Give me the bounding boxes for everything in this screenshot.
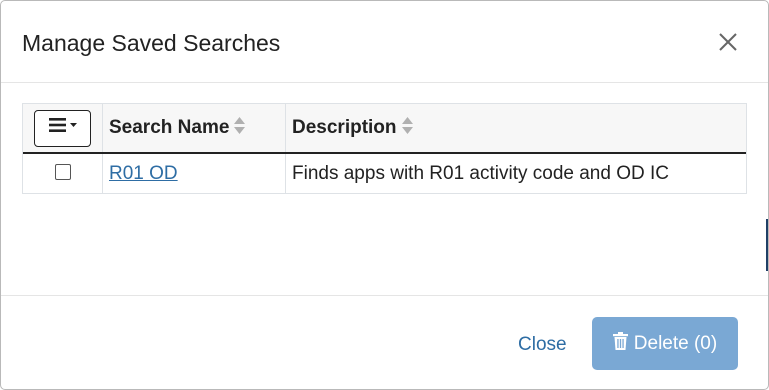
- delete-button-label: Delete (0): [633, 332, 718, 354]
- manage-saved-searches-dialog: Manage Saved Searches Search Name Descri…: [0, 0, 769, 390]
- search-name-cell: R01 OD: [102, 153, 286, 194]
- dialog-header: Manage Saved Searches: [1, 1, 768, 83]
- column-header-label: Description: [292, 117, 397, 138]
- dialog-footer: Close Delete (0): [1, 295, 768, 389]
- close-icon[interactable]: [714, 28, 742, 56]
- close-button[interactable]: Close: [518, 333, 567, 357]
- row-select-cell: [23, 153, 103, 194]
- saved-searches-table: Search Name Description R01 OD Finds app…: [22, 103, 747, 194]
- table-header-row: Search Name Description: [23, 104, 746, 153]
- column-header-search-name[interactable]: Search Name: [102, 104, 286, 153]
- backdrop-edge: [766, 219, 768, 271]
- column-header-description[interactable]: Description: [286, 104, 747, 153]
- select-column-header: [23, 104, 103, 153]
- dialog-title: Manage Saved Searches: [22, 30, 281, 56]
- search-description: Finds apps with R01 activity code and OD…: [292, 163, 670, 184]
- sort-icon: [401, 116, 413, 140]
- column-header-label: Search Name: [109, 117, 230, 138]
- sort-icon: [234, 116, 246, 140]
- trash-icon: [612, 331, 628, 356]
- description-cell: Finds apps with R01 activity code and OD…: [286, 153, 747, 194]
- column-menu-button[interactable]: [34, 109, 91, 147]
- hamburger-menu-icon: [48, 117, 77, 139]
- delete-button[interactable]: Delete (0): [592, 317, 738, 370]
- row-checkbox[interactable]: [54, 163, 71, 180]
- table-row: R01 OD Finds apps with R01 activity code…: [23, 153, 746, 194]
- search-name-link[interactable]: R01 OD: [103, 163, 178, 184]
